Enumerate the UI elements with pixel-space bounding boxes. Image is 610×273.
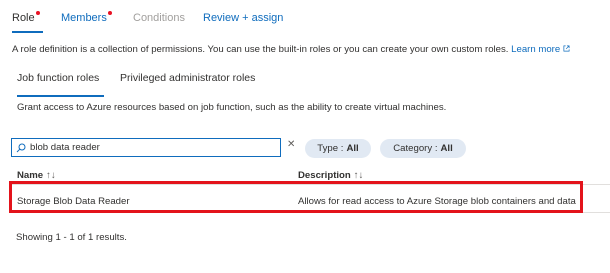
tab-review-assign-label: Review + assign: [203, 12, 284, 24]
tab-review-assign[interactable]: Review + assign: [203, 12, 283, 24]
tab-conditions-label: Conditions: [133, 12, 185, 24]
type-filter-label: Type :: [317, 143, 344, 154]
category-filter-label: Category :: [393, 143, 438, 154]
type-filter-value: All: [346, 143, 359, 154]
role-definition-description: A role definition is a collection of per…: [12, 44, 570, 55]
category-filter[interactable]: Category : All: [380, 139, 466, 158]
category-filter-value: All: [440, 143, 453, 154]
column-description-label: Description: [298, 170, 351, 181]
type-filter[interactable]: Type : All: [305, 139, 371, 158]
tab-members-label: Members: [61, 12, 107, 24]
external-link-icon: [563, 45, 570, 52]
role-description-cell: Allows for read access to Azure Storage …: [298, 196, 576, 207]
active-tab-indicator: [12, 31, 43, 33]
required-dot-icon: [107, 11, 112, 15]
role-name-cell: Storage Blob Data Reader: [17, 196, 130, 207]
column-name-label: Name: [17, 170, 44, 181]
sort-arrows-icon: ↑↓: [46, 170, 56, 181]
column-header-name[interactable]: Name ↑↓: [17, 170, 56, 181]
results-count: Showing 1 - 1 of 1 results.: [16, 232, 127, 243]
tab-members[interactable]: Members: [61, 11, 112, 24]
active-subtab-indicator: [17, 95, 104, 97]
tab-job-function-roles[interactable]: Job function roles: [17, 72, 99, 84]
search-input[interactable]: [30, 142, 270, 153]
sort-arrows-icon: ↑↓: [353, 170, 364, 181]
wizard-tabs: Role Members Conditions Review + assign: [0, 0, 610, 34]
search-icon: [16, 143, 26, 152]
learn-more-label: Learn more: [511, 44, 561, 55]
tab-role[interactable]: Role: [12, 11, 40, 24]
tab-conditions[interactable]: Conditions: [133, 12, 185, 24]
close-icon[interactable]: ✕: [287, 139, 295, 150]
tab-role-label: Role: [12, 12, 35, 24]
required-dot-icon: [35, 11, 40, 15]
column-header-description[interactable]: Description ↑↓: [298, 170, 363, 181]
description-text: A role definition is a collection of per…: [12, 44, 509, 55]
learn-more-link[interactable]: Learn more: [511, 44, 570, 55]
role-type-tabs: Job function roles Privileged administra…: [0, 66, 610, 94]
role-search-box[interactable]: [11, 138, 281, 157]
grant-access-text: Grant access to Azure resources based on…: [17, 102, 447, 113]
tab-privileged-administrator-roles[interactable]: Privileged administrator roles: [120, 72, 255, 84]
table-row[interactable]: Storage Blob Data Reader Allows for read…: [11, 185, 610, 213]
